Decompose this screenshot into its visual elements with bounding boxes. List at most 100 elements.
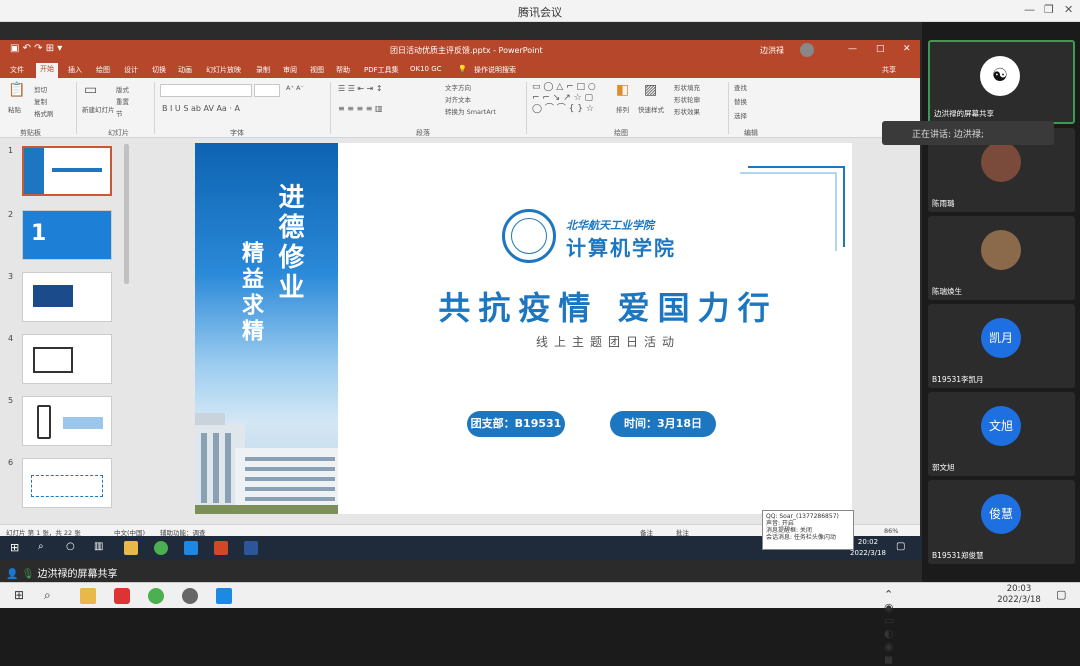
- cut-button[interactable]: 剪切: [34, 84, 47, 94]
- group-clipboard: 剪贴板: [20, 129, 41, 137]
- arrange-icon[interactable]: ◧: [616, 82, 629, 98]
- tab-slideshow[interactable]: 幻灯片放映: [206, 65, 241, 75]
- shapes-gallery[interactable]: ▭ ◯ △ ⌐ □ ○ ⌐ ⌐ ↘ ↗ ☆ ▢ ◯ ⌒ ⌒ { } ☆: [532, 82, 596, 115]
- tab-view[interactable]: 视图: [310, 65, 324, 75]
- find-button[interactable]: 查找: [734, 82, 747, 92]
- app-icon[interactable]: [182, 588, 198, 604]
- chrome-icon[interactable]: [148, 588, 164, 604]
- tray-icons[interactable]: ⌃ ◉ ▭ ◐ ◉ ◼: [884, 588, 900, 666]
- shape-effects-button[interactable]: 形状效果: [674, 106, 700, 116]
- avatar: 文旭: [981, 406, 1021, 446]
- replace-button[interactable]: 替换: [734, 96, 747, 106]
- search-icon[interactable]: ⌕: [38, 541, 52, 555]
- thumb-slide-6[interactable]: [22, 458, 112, 508]
- wps-icon[interactable]: [114, 588, 130, 604]
- tab-pdf[interactable]: PDF工具集: [364, 65, 399, 75]
- divider: [330, 82, 331, 134]
- current-slide[interactable]: 进德修业 精益求精 北华航天工业学院 计算机学院 共抗疫情 爱国力行 线上主题团…: [195, 143, 852, 514]
- close-icon[interactable]: ✕: [1064, 3, 1073, 16]
- user-name[interactable]: 边洪禄: [760, 45, 784, 56]
- text-direction-button[interactable]: 文字方向: [445, 82, 471, 92]
- notification-icon[interactable]: ▢: [896, 541, 910, 555]
- tab-design[interactable]: 设计: [124, 65, 138, 75]
- share-button[interactable]: 共享: [882, 65, 896, 75]
- reset-button[interactable]: 重置: [116, 96, 129, 106]
- meeting-title: 腾讯会议: [518, 6, 562, 19]
- copy-button[interactable]: 复制: [34, 96, 47, 106]
- shared-clock-date: 2022/3/18: [850, 549, 886, 557]
- participant-card[interactable]: ☯ 边洪禄的屏幕共享: [928, 40, 1075, 124]
- select-button[interactable]: 选择: [734, 110, 747, 120]
- powerpoint-icon[interactable]: [214, 541, 228, 555]
- restore-icon[interactable]: □: [876, 44, 885, 54]
- thumb-slide-2[interactable]: 1: [22, 210, 112, 260]
- tab-record[interactable]: 录制: [256, 65, 270, 75]
- smartart-button[interactable]: 转换为 SmartArt: [445, 106, 496, 116]
- grow-font-icon[interactable]: A⁺ A⁻: [286, 84, 304, 92]
- new-slide-button[interactable]: 新建幻灯片: [82, 104, 115, 114]
- close-icon[interactable]: ✕: [903, 44, 911, 54]
- slide-left-panel: 进德修业 精益求精: [195, 143, 338, 514]
- tencent-logo-avatar: ☯: [980, 56, 1020, 96]
- thumb-number: 1: [8, 146, 14, 155]
- font-style-buttons[interactable]: B I U S ab AV Aa · A: [162, 104, 240, 113]
- shape-outline-button[interactable]: 形状轮廓: [674, 94, 700, 104]
- windows-start-icon[interactable]: ⊞: [10, 541, 24, 555]
- task-view-icon[interactable]: ▥: [94, 541, 108, 555]
- notification-icon[interactable]: ▢: [1056, 588, 1072, 604]
- user-avatar[interactable]: [800, 43, 814, 57]
- thumb-slide-1[interactable]: [22, 146, 112, 196]
- word-icon[interactable]: [244, 541, 258, 555]
- chrome-icon[interactable]: [154, 541, 168, 555]
- font-size-select[interactable]: [254, 84, 280, 97]
- cortana-icon[interactable]: ○: [66, 541, 80, 555]
- align-buttons[interactable]: ≡ ≡ ≡ ≡ ▥: [338, 104, 383, 113]
- list-buttons[interactable]: ☰ ☰ ⇤ ⇥ ↕: [338, 84, 383, 93]
- new-slide-icon[interactable]: ▭: [84, 82, 97, 98]
- participant-card[interactable]: 文旭 郭文旭: [928, 392, 1075, 476]
- tab-ok10[interactable]: OK10 GC: [410, 65, 442, 73]
- tab-help[interactable]: 帮助: [336, 65, 350, 75]
- quick-access-toolbar[interactable]: ▣ ↶ ↷ ⊞ ▾: [10, 43, 62, 54]
- tab-review[interactable]: 审阅: [283, 65, 297, 75]
- quick-styles-button[interactable]: 快速样式: [638, 104, 664, 114]
- thumb-slide-3[interactable]: [22, 272, 112, 322]
- search-icon[interactable]: ⌕: [44, 588, 60, 604]
- tab-transitions[interactable]: 切换: [152, 65, 166, 75]
- tab-home[interactable]: 开始: [36, 63, 58, 78]
- thumb-slide-5[interactable]: [22, 396, 112, 446]
- file-explorer-icon[interactable]: [80, 588, 96, 604]
- format-painter-button[interactable]: 格式刷: [34, 108, 54, 118]
- section-button[interactable]: 节: [116, 108, 123, 118]
- arrange-button[interactable]: 排列: [616, 104, 629, 114]
- participant-card[interactable]: 陈瑞焕生: [928, 216, 1075, 300]
- school-logo: [502, 209, 556, 263]
- minimize-icon[interactable]: —: [1024, 3, 1035, 16]
- participant-card[interactable]: 俊慧 B19531郑俊慧: [928, 480, 1075, 564]
- tencent-meeting-icon[interactable]: [216, 588, 232, 604]
- tab-draw[interactable]: 绘图: [96, 65, 110, 75]
- minimize-icon[interactable]: —: [848, 44, 857, 54]
- thumb-number: 2: [8, 210, 14, 219]
- thumb-slide-4[interactable]: [22, 334, 112, 384]
- layout-button[interactable]: 版式: [116, 84, 129, 94]
- paste-icon[interactable]: 📋: [8, 82, 25, 98]
- paste-button[interactable]: 粘贴: [8, 104, 21, 114]
- thumb-number: 5: [8, 396, 14, 405]
- tell-me-search[interactable]: 操作说明搜索: [474, 65, 516, 75]
- tab-file[interactable]: 文件: [10, 65, 24, 75]
- tab-insert[interactable]: 插入: [68, 65, 82, 75]
- shape-fill-button[interactable]: 形状填充: [674, 82, 700, 92]
- quick-styles-icon[interactable]: ▨: [644, 82, 657, 98]
- align-text-button[interactable]: 对齐文本: [445, 94, 471, 104]
- tab-animations[interactable]: 动画: [178, 65, 192, 75]
- windows-start-icon[interactable]: ⊞: [14, 588, 30, 604]
- font-family-select[interactable]: [160, 84, 252, 97]
- maximize-icon[interactable]: ❐: [1044, 3, 1054, 16]
- thumbnail-scrollbar[interactable]: [124, 144, 129, 284]
- file-explorer-icon[interactable]: [124, 541, 138, 555]
- tencent-meeting-icon[interactable]: [184, 541, 198, 555]
- participant-card[interactable]: 凯月 B19531李凯月: [928, 304, 1075, 388]
- zoom-level[interactable]: 86%: [884, 527, 898, 535]
- vertical-scrollbar[interactable]: [912, 138, 920, 524]
